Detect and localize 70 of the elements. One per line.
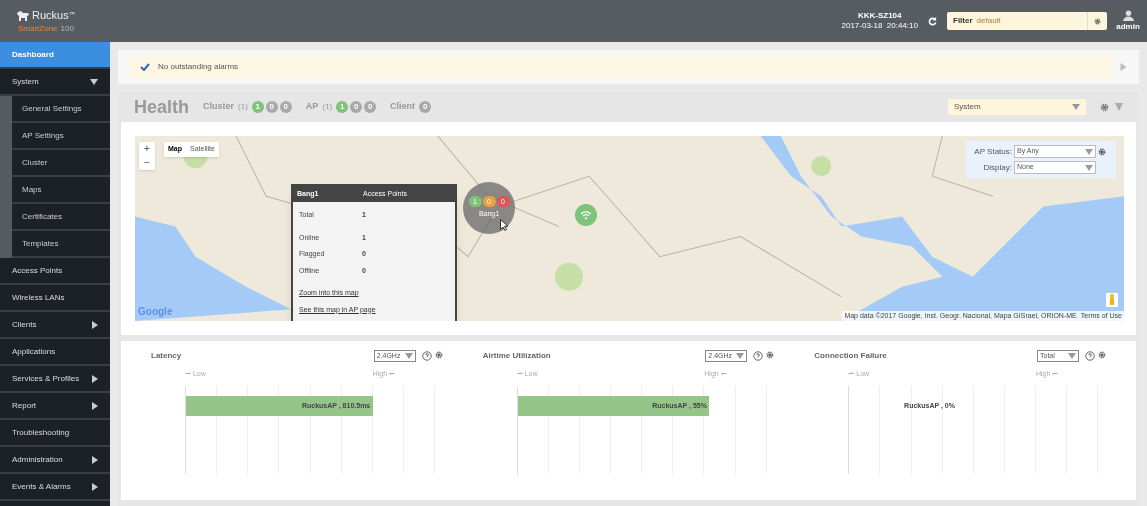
filter-field-label: Display: bbox=[982, 161, 1012, 174]
group-label: Client bbox=[390, 100, 416, 114]
product-name: SmartZone bbox=[18, 23, 58, 36]
sidebar-item[interactable]: Wireless LANs bbox=[0, 285, 110, 312]
sidebar-item[interactable]: Access Points bbox=[0, 258, 110, 285]
caret-down-icon bbox=[1085, 164, 1093, 171]
settings-icon[interactable] bbox=[434, 351, 443, 359]
alarm-text: No outstanding alarms bbox=[158, 61, 239, 73]
settings-icon[interactable] bbox=[1098, 147, 1106, 156]
count-badge: 0 bbox=[419, 101, 432, 113]
settings-icon[interactable] bbox=[1094, 17, 1101, 25]
settings-icon[interactable] bbox=[1100, 102, 1109, 112]
submenu-item[interactable]: AP Settings bbox=[12, 123, 110, 150]
submenu-item[interactable]: Maps bbox=[12, 177, 110, 204]
chart-title: Airtime Utilization bbox=[482, 350, 552, 362]
date-time: 2017-03-18 20:44:10 bbox=[841, 21, 918, 31]
count-badge: 1 bbox=[336, 101, 349, 113]
caret-down-icon bbox=[1085, 148, 1093, 155]
dog-logo-icon bbox=[16, 8, 30, 22]
host-name: KKK-SZ104 bbox=[857, 11, 902, 21]
caret-down-icon bbox=[736, 353, 745, 359]
count-badge: 0 bbox=[364, 101, 377, 113]
group-count: (1) bbox=[238, 101, 248, 113]
sidebar-item[interactable]: Applications bbox=[0, 339, 110, 366]
zoom-in-button[interactable]: + bbox=[139, 142, 155, 156]
filter-field-label: AP Status: bbox=[973, 145, 1012, 158]
sidebar-item[interactable]: Events & Alarms bbox=[0, 474, 110, 501]
product-number: 100 bbox=[60, 23, 74, 36]
chart-title: Connection Failure bbox=[814, 350, 888, 362]
help-icon[interactable] bbox=[753, 351, 764, 361]
submenu-item[interactable]: Certificates bbox=[12, 204, 110, 231]
settings-icon[interactable] bbox=[1098, 351, 1106, 359]
count-badge: 1 bbox=[251, 101, 264, 113]
filter-value: default bbox=[976, 15, 1002, 27]
wifi-icon bbox=[580, 210, 592, 220]
chart-title: Latency bbox=[151, 350, 183, 362]
group-count: (1) bbox=[322, 101, 333, 113]
refresh-icon[interactable] bbox=[928, 16, 937, 26]
user-name[interactable]: admin bbox=[1116, 20, 1140, 33]
pegman-icon[interactable] bbox=[1106, 293, 1118, 307]
filter-field[interactable]: Filter default bbox=[947, 12, 1107, 30]
submenu-item[interactable]: Cluster bbox=[12, 150, 110, 177]
submenu-item[interactable]: Templates bbox=[12, 231, 110, 258]
group-label: Cluster bbox=[203, 100, 235, 114]
scope-select[interactable]: System bbox=[948, 99, 1086, 115]
sidebar-item[interactable]: Administration bbox=[0, 447, 110, 474]
user-icon[interactable] bbox=[1122, 9, 1134, 21]
caret-down-icon bbox=[404, 353, 413, 359]
check-icon bbox=[140, 63, 150, 71]
sidebar-item[interactable]: Report bbox=[0, 393, 110, 420]
google-logo: Google bbox=[138, 305, 173, 319]
sidebar-item[interactable]: Troubleshooting bbox=[0, 420, 110, 447]
caret-down-icon bbox=[1068, 353, 1076, 359]
count-badge: 0 bbox=[279, 101, 292, 113]
group-label: AP bbox=[305, 100, 319, 114]
help-icon[interactable] bbox=[421, 351, 432, 361]
count-badge: 0 bbox=[265, 101, 278, 113]
cursor-icon bbox=[500, 219, 509, 231]
sidebar-item[interactable]: Clients bbox=[0, 312, 110, 339]
sidebar-item[interactable]: Services & Profiles bbox=[0, 366, 110, 393]
zoom-out-button[interactable]: − bbox=[139, 156, 155, 170]
settings-icon[interactable] bbox=[766, 351, 775, 359]
submenu-item[interactable]: General Settings bbox=[12, 96, 110, 123]
help-icon[interactable] bbox=[1085, 351, 1095, 361]
filter-icon[interactable] bbox=[1115, 103, 1123, 111]
caret-down-icon bbox=[1072, 104, 1080, 110]
count-badge: 0 bbox=[350, 101, 363, 113]
filter-label: Filter bbox=[953, 15, 973, 27]
logo-text: Ruckus$^{™}$ bbox=[32, 7, 75, 23]
health-title: Health bbox=[134, 95, 189, 119]
